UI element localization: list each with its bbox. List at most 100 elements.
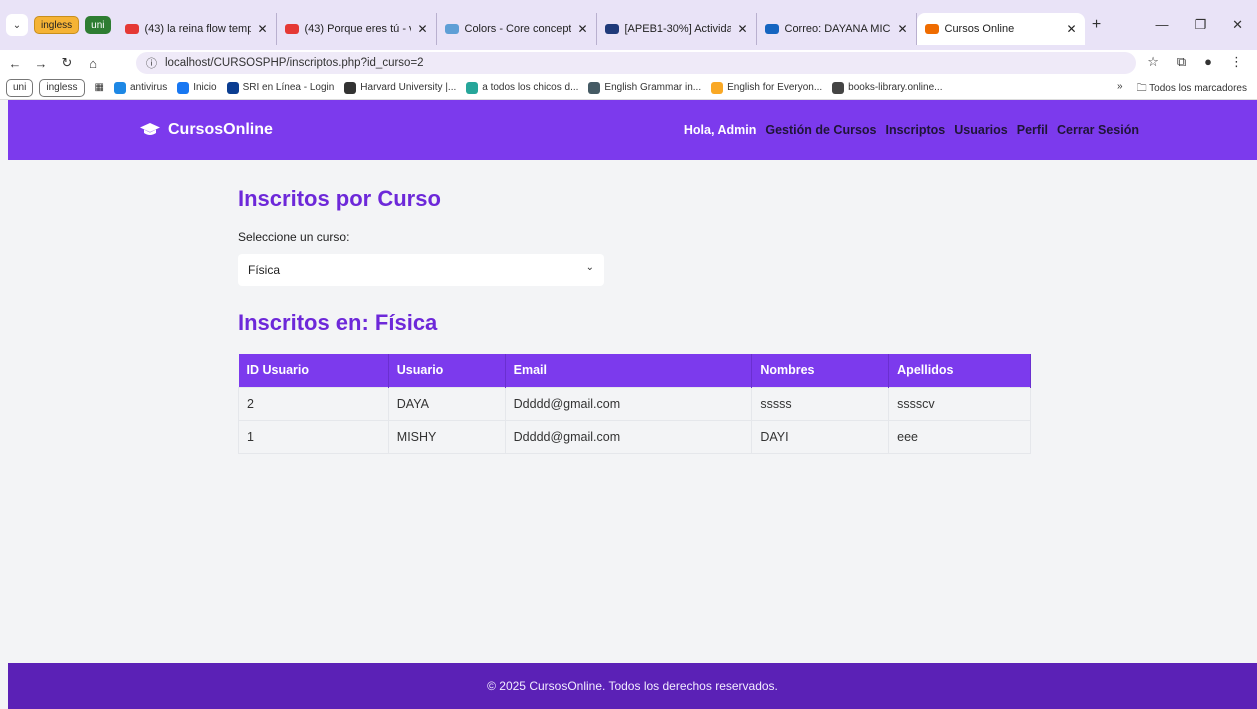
- selected-course: Física: [248, 263, 281, 277]
- minimize-icon[interactable]: —: [1155, 17, 1168, 33]
- tab-title: Cursos Online: [944, 23, 1015, 35]
- bookmark-item[interactable]: SRI en Línea - Login: [226, 81, 334, 94]
- forward-icon[interactable]: →: [30, 56, 52, 71]
- bookmark-favicon-icon: [113, 81, 126, 94]
- bookmarks-bar: uni ingless ▦ antivirus Inicio SRI en Líne…: [0, 76, 1257, 100]
- bookmark-favicon-icon: [588, 81, 601, 94]
- browser-chrome: ⌄ ingless uni (43) la reina flow tempo ✕(…: [0, 0, 1257, 100]
- profile-avatar[interactable]: ●: [1204, 54, 1212, 70]
- footer: © 2025 CursosOnline. Todos los derechos …: [8, 663, 1257, 709]
- site-info-icon[interactable]: ⓘ: [146, 55, 157, 71]
- star-icon[interactable]: ☆: [1147, 54, 1159, 70]
- tab-close-icon[interactable]: ✕: [417, 22, 427, 36]
- tab-strip: ⌄ ingless uni (43) la reina flow tempo ✕(…: [0, 0, 1257, 50]
- table-header-row: ID Usuario Usuario Email Nombres Apellidos: [238, 354, 1031, 387]
- bookmark-label: English for Everyon...: [727, 82, 823, 93]
- brand-link[interactable]: CursosOnline: [140, 121, 273, 139]
- nav-perfil[interactable]: Perfil: [1017, 123, 1048, 137]
- tab-group-ingless[interactable]: ingless: [34, 16, 80, 34]
- toolbar-icons: ☆ ⧉ ● ⋮: [1147, 54, 1243, 70]
- all-bookmarks-folder[interactable]: 🗀 Todos los marcadores: [1137, 81, 1247, 98]
- tab-favicon-icon: [444, 24, 459, 34]
- bookmark-label: a todos los chicos d...: [482, 82, 579, 93]
- tab-group-uni[interactable]: uni: [85, 16, 111, 34]
- bookmark-favicon-icon: [344, 81, 357, 94]
- tabs: (43) la reina flow tempo ✕ (43) Porque ere…: [117, 5, 1085, 45]
- bookmark-favicon-icon: [466, 81, 479, 94]
- address-bar-row: ← → ↻ ⌂ ⓘ localhost/CURSOSPHP/inscriptos…: [0, 50, 1257, 76]
- browser-tab[interactable]: [APEB1-30%] Actividad ✕: [597, 13, 757, 45]
- bookmark-item[interactable]: a todos los chicos d...: [466, 81, 579, 94]
- brand-name: CursosOnline: [168, 121, 273, 138]
- nav-cerrar-sesion[interactable]: Cerrar Sesión: [1057, 123, 1139, 137]
- browser-tab[interactable]: (43) la reina flow tempo ✕: [117, 13, 277, 45]
- bookmark-group-ingless[interactable]: ingless: [39, 78, 85, 97]
- column-header: Apellidos: [888, 354, 1031, 387]
- bookmark-item[interactable]: antivirus: [113, 81, 168, 94]
- bookmark-item[interactable]: English Grammar in...: [588, 81, 702, 94]
- table-cell: DAYI: [751, 419, 890, 454]
- nav-gestion-cursos[interactable]: Gestión de Cursos: [765, 123, 876, 137]
- browser-tab[interactable]: (43) Porque eres tú - vo ✕: [277, 13, 437, 45]
- new-tab-button[interactable]: +: [1085, 16, 1109, 34]
- chevron-down-icon: ⌄: [12, 19, 22, 31]
- extensions-icon[interactable]: ⧉: [1177, 54, 1186, 70]
- bookmark-group-uni[interactable]: uni: [6, 78, 34, 97]
- table-body: 2 DAYA Ddddd@gmail.com sssss sssscv 1 MISHY Ddd…: [238, 386, 1031, 454]
- table-cell: eee: [888, 419, 1031, 454]
- browser-tab[interactable]: Colors - Core concepts ✕: [437, 13, 597, 45]
- table-cell: Ddddd@gmail.com: [504, 419, 753, 454]
- menu-icon[interactable]: ⋮: [1230, 54, 1243, 70]
- bookmark-item[interactable]: Harvard University |...: [344, 81, 456, 94]
- restore-icon[interactable]: ❐: [1194, 17, 1206, 33]
- bookmark-label: antivirus: [129, 82, 168, 93]
- apps-icon[interactable]: ▦: [95, 82, 104, 93]
- tab-close-icon[interactable]: ✕: [737, 22, 747, 36]
- graduation-cap-icon: [140, 123, 160, 135]
- table-cell: MISHY: [387, 419, 506, 454]
- browser-tab[interactable]: Cursos Online ✕: [916, 13, 1085, 45]
- tab-title: [APEB1-30%] Actividad: [624, 23, 732, 35]
- tab-favicon-icon: [764, 24, 779, 34]
- tab-title: (43) la reina flow tempo: [144, 23, 252, 35]
- bookmark-item[interactable]: English for Everyon...: [711, 81, 823, 94]
- more-bookmarks-icon[interactable]: »: [1117, 81, 1123, 98]
- reload-icon[interactable]: ↻: [56, 55, 78, 71]
- tab-close-icon[interactable]: ✕: [257, 22, 267, 36]
- tab-close-icon[interactable]: ✕: [1066, 22, 1076, 36]
- footer-text: © 2025 CursosOnline. Todos los derechos …: [487, 679, 778, 693]
- back-icon[interactable]: ←: [4, 56, 26, 71]
- nav-usuarios[interactable]: Usuarios: [954, 123, 1008, 137]
- page-title: Inscritos por Curso: [238, 186, 441, 211]
- tab-favicon-icon: [124, 24, 139, 34]
- bookmark-item[interactable]: books-library.online...: [832, 81, 942, 94]
- course-select-label: Seleccione un curso:: [238, 230, 350, 244]
- table-cell: Ddddd@gmail.com: [504, 386, 753, 421]
- course-select[interactable]: Física ⌄: [238, 254, 604, 286]
- url-text: localhost/CURSOSPHP/inscriptos.php?id_cu…: [165, 57, 424, 69]
- tab-search-button[interactable]: ⌄: [6, 14, 28, 36]
- bookmark-favicon-icon: [226, 81, 239, 94]
- url-bar[interactable]: ⓘ localhost/CURSOSPHP/inscriptos.php?id_…: [136, 52, 1136, 74]
- chevron-down-icon: ⌄: [585, 262, 594, 273]
- tab-title: Colors - Core concepts: [464, 23, 572, 35]
- window-controls: — ❐ ✕: [1155, 17, 1243, 33]
- table-row: 2 DAYA Ddddd@gmail.com sssss sssscv: [238, 386, 1031, 421]
- tab-close-icon[interactable]: ✕: [897, 22, 907, 36]
- bookmark-label: English Grammar in...: [604, 82, 702, 93]
- column-header: Email: [505, 354, 753, 387]
- tab-favicon-icon: [924, 24, 939, 34]
- table-cell: 2: [238, 386, 389, 421]
- home-icon[interactable]: ⌂: [82, 56, 104, 71]
- bookmark-item[interactable]: Inicio: [177, 81, 217, 94]
- section-title: Inscritos en: Física: [238, 310, 438, 335]
- nav-inscriptos[interactable]: Inscriptos: [886, 123, 946, 137]
- navbar: CursosOnline Hola, Admin Gestión de Curs…: [8, 100, 1257, 160]
- close-window-icon[interactable]: ✕: [1232, 17, 1243, 33]
- tab-close-icon[interactable]: ✕: [577, 22, 587, 36]
- bookmark-favicon-icon: [711, 81, 724, 94]
- app-page: CursosOnline Hola, Admin Gestión de Curs…: [8, 100, 1257, 709]
- browser-tab[interactable]: Correo: DAYANA MICHE ✕: [757, 13, 917, 45]
- tab-title: (43) Porque eres tú - vo: [304, 23, 412, 35]
- nav-links: Hola, Admin Gestión de Cursos Inscriptos…: [684, 123, 1139, 137]
